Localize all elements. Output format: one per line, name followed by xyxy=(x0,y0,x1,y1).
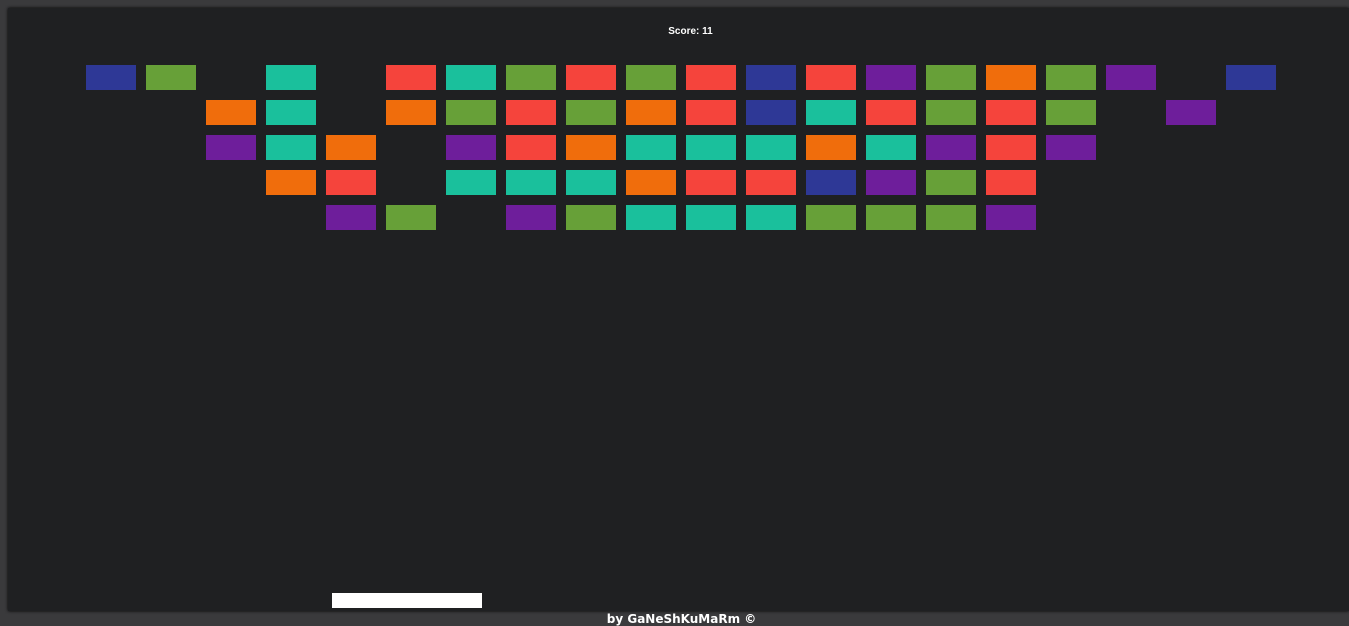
brick xyxy=(686,205,736,230)
brick xyxy=(986,65,1036,90)
author-credit: by GaNeShKuMaRm © xyxy=(606,612,757,626)
brick xyxy=(266,135,316,160)
brick xyxy=(566,170,616,195)
brick xyxy=(506,170,556,195)
brick xyxy=(446,170,496,195)
brick xyxy=(86,65,136,90)
brick xyxy=(446,100,496,125)
brick xyxy=(506,100,556,125)
brick xyxy=(686,65,736,90)
brick xyxy=(1106,65,1156,90)
brick xyxy=(626,205,676,230)
brick xyxy=(626,135,676,160)
brick xyxy=(326,135,376,160)
brick xyxy=(266,170,316,195)
brick xyxy=(746,205,796,230)
brick xyxy=(626,100,676,125)
brick xyxy=(806,65,856,90)
brick xyxy=(626,65,676,90)
brick xyxy=(986,205,1036,230)
brick xyxy=(1046,65,1096,90)
brick xyxy=(866,205,916,230)
brick xyxy=(266,100,316,125)
game-board xyxy=(8,8,1349,611)
score-display: Score: 11 xyxy=(0,26,1349,37)
brick xyxy=(926,135,976,160)
brick xyxy=(866,100,916,125)
brick xyxy=(686,100,736,125)
brick xyxy=(806,205,856,230)
brick xyxy=(626,170,676,195)
brick xyxy=(506,205,556,230)
brick xyxy=(806,100,856,125)
brick xyxy=(386,65,436,90)
brick xyxy=(326,170,376,195)
brick xyxy=(506,65,556,90)
brick xyxy=(1226,65,1276,90)
brick xyxy=(926,205,976,230)
paddle[interactable] xyxy=(332,593,482,608)
brick xyxy=(266,65,316,90)
brick xyxy=(386,100,436,125)
brick xyxy=(986,135,1036,160)
brick xyxy=(1046,100,1096,125)
brick xyxy=(446,65,496,90)
brick xyxy=(566,205,616,230)
brick xyxy=(686,135,736,160)
brick xyxy=(206,135,256,160)
score-value: 11 xyxy=(702,26,713,37)
brick xyxy=(326,205,376,230)
brick xyxy=(566,65,616,90)
brick xyxy=(926,100,976,125)
brick xyxy=(746,65,796,90)
brick xyxy=(146,65,196,90)
brick xyxy=(926,65,976,90)
brick xyxy=(506,135,556,160)
brick xyxy=(1046,135,1096,160)
brick xyxy=(566,135,616,160)
brick xyxy=(866,170,916,195)
brick xyxy=(806,170,856,195)
brick xyxy=(386,205,436,230)
brick xyxy=(746,135,796,160)
brick xyxy=(866,135,916,160)
brick xyxy=(746,170,796,195)
brick xyxy=(926,170,976,195)
brick xyxy=(986,170,1036,195)
brick xyxy=(566,100,616,125)
brick xyxy=(806,135,856,160)
brick xyxy=(206,100,256,125)
brick xyxy=(866,65,916,90)
brick xyxy=(686,170,736,195)
brick xyxy=(446,135,496,160)
score-label: Score: xyxy=(668,26,700,37)
brick xyxy=(746,100,796,125)
brick xyxy=(986,100,1036,125)
brick xyxy=(1166,100,1216,125)
